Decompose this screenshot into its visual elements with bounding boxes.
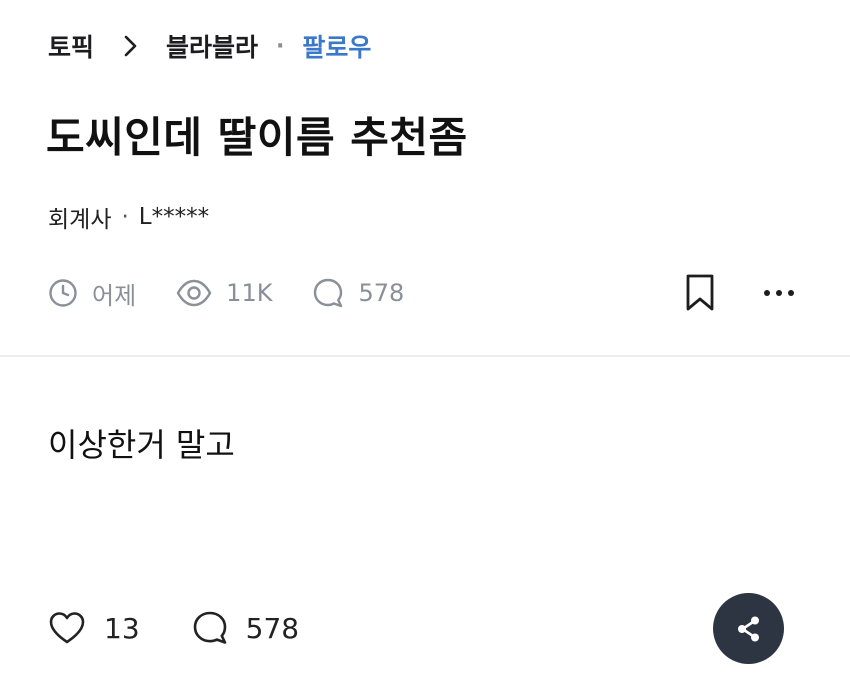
heart-icon xyxy=(49,612,85,644)
eye-icon xyxy=(176,279,212,307)
author-info: 회계사 · L***** xyxy=(48,200,209,234)
share-button[interactable] xyxy=(713,593,784,664)
meta-comments: 578 xyxy=(312,277,404,309)
meta-views: 11K xyxy=(176,278,272,308)
author-separator: · xyxy=(121,204,129,230)
breadcrumb-separator: · xyxy=(276,33,285,59)
post-body: 이상한거 말고 xyxy=(48,426,235,464)
chevron-right-icon xyxy=(124,35,137,57)
more-dots-icon[interactable] xyxy=(762,280,796,306)
meta-time: 어제 xyxy=(48,276,136,311)
meta-views-text: 11K xyxy=(226,279,273,307)
author-company: 회계사 xyxy=(48,207,112,233)
breadcrumb: 토픽 블라블라 · 팔로우 xyxy=(48,28,371,64)
comment-bubble-icon xyxy=(314,278,343,308)
divider xyxy=(0,355,850,357)
share-icon xyxy=(737,616,759,641)
comment-count: 578 xyxy=(245,611,300,645)
post-actions: 13 578 xyxy=(48,606,351,650)
clock-icon xyxy=(49,279,77,307)
author-name[interactable]: L***** xyxy=(139,204,209,230)
like-button[interactable]: 13 xyxy=(48,611,140,645)
meta-time-text: 어제 xyxy=(92,281,137,310)
page-title: 도씨인데 딸이름 추천좀 xyxy=(46,113,468,162)
bookmark-icon[interactable] xyxy=(684,274,716,312)
comment-bubble-icon xyxy=(193,611,226,644)
breadcrumb-topic[interactable]: 토픽 xyxy=(48,28,94,64)
follow-button[interactable]: 팔로우 xyxy=(302,28,371,64)
meta-comments-text: 578 xyxy=(358,279,405,307)
post-meta: 어제 11K 578 xyxy=(48,272,444,314)
breadcrumb-board[interactable]: 블라블라 xyxy=(166,28,258,64)
like-count: 13 xyxy=(104,611,140,645)
comment-button[interactable]: 578 xyxy=(192,610,299,646)
